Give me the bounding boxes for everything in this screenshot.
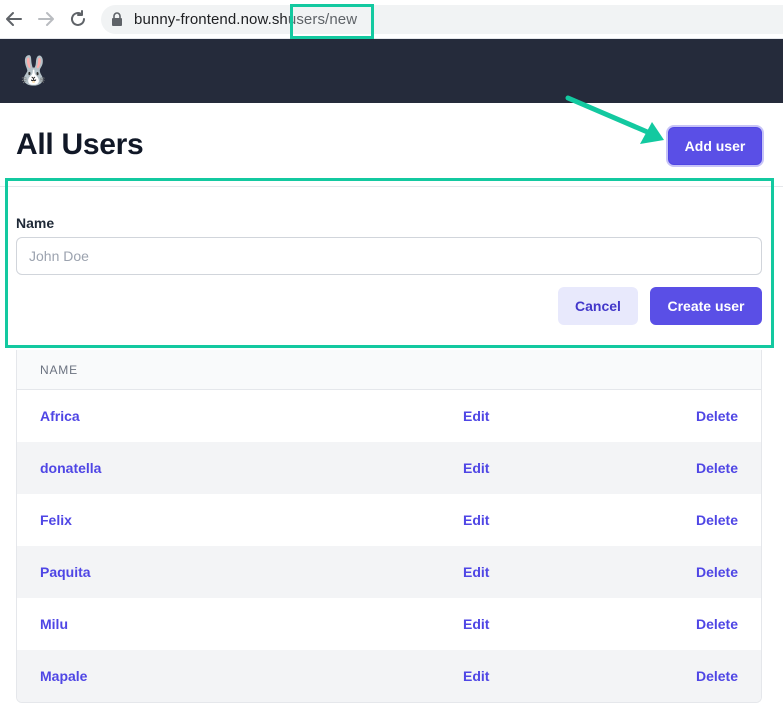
- page-title: All Users: [16, 128, 144, 161]
- address-bar[interactable]: bunny-frontend.now.shusers/new: [101, 5, 783, 34]
- url-path-highlight: [290, 4, 374, 39]
- table-row: Milu Edit Delete: [17, 598, 761, 650]
- delete-link[interactable]: Delete: [696, 512, 738, 528]
- user-name-link[interactable]: Felix: [40, 512, 72, 528]
- table-row: Mapale Edit Delete: [17, 650, 761, 702]
- table-header: NAME: [17, 350, 761, 390]
- user-name-link[interactable]: Paquita: [40, 564, 91, 580]
- annotation-arrow-icon: [565, 95, 664, 144]
- user-name-link[interactable]: Mapale: [40, 668, 87, 684]
- url-host: bunny-frontend.now.sh: [134, 11, 288, 28]
- lock-icon: [111, 12, 123, 32]
- name-input[interactable]: [16, 237, 762, 275]
- column-header-name: NAME: [40, 362, 78, 377]
- cancel-button[interactable]: Cancel: [558, 287, 638, 325]
- edit-link[interactable]: Edit: [463, 460, 489, 476]
- table-row: Paquita Edit Delete: [17, 546, 761, 598]
- table-row: Felix Edit Delete: [17, 494, 761, 546]
- reload-icon[interactable]: [68, 9, 88, 29]
- users-table: NAME Africa Edit Delete donatella Edit D…: [16, 350, 762, 703]
- user-name-link[interactable]: Africa: [40, 408, 80, 424]
- browser-toolbar: bunny-frontend.now.shusers/new: [0, 0, 783, 39]
- delete-link[interactable]: Delete: [696, 668, 738, 684]
- delete-link[interactable]: Delete: [696, 616, 738, 632]
- delete-link[interactable]: Delete: [696, 408, 738, 424]
- edit-link[interactable]: Edit: [463, 512, 489, 528]
- forward-arrow-icon[interactable]: [36, 9, 56, 29]
- edit-link[interactable]: Edit: [463, 408, 489, 424]
- user-name-link[interactable]: Milu: [40, 616, 68, 632]
- edit-link[interactable]: Edit: [463, 564, 489, 580]
- delete-link[interactable]: Delete: [696, 564, 738, 580]
- table-row: Africa Edit Delete: [17, 390, 761, 442]
- delete-link[interactable]: Delete: [696, 460, 738, 476]
- bunny-logo-icon[interactable]: 🐰: [16, 53, 51, 89]
- create-user-button[interactable]: Create user: [650, 287, 762, 325]
- back-arrow-icon[interactable]: [4, 9, 24, 29]
- name-label: Name: [16, 215, 55, 231]
- table-row: donatella Edit Delete: [17, 442, 761, 494]
- user-name-link[interactable]: donatella: [40, 460, 101, 476]
- add-user-button[interactable]: Add user: [668, 127, 762, 165]
- edit-link[interactable]: Edit: [463, 668, 489, 684]
- edit-link[interactable]: Edit: [463, 616, 489, 632]
